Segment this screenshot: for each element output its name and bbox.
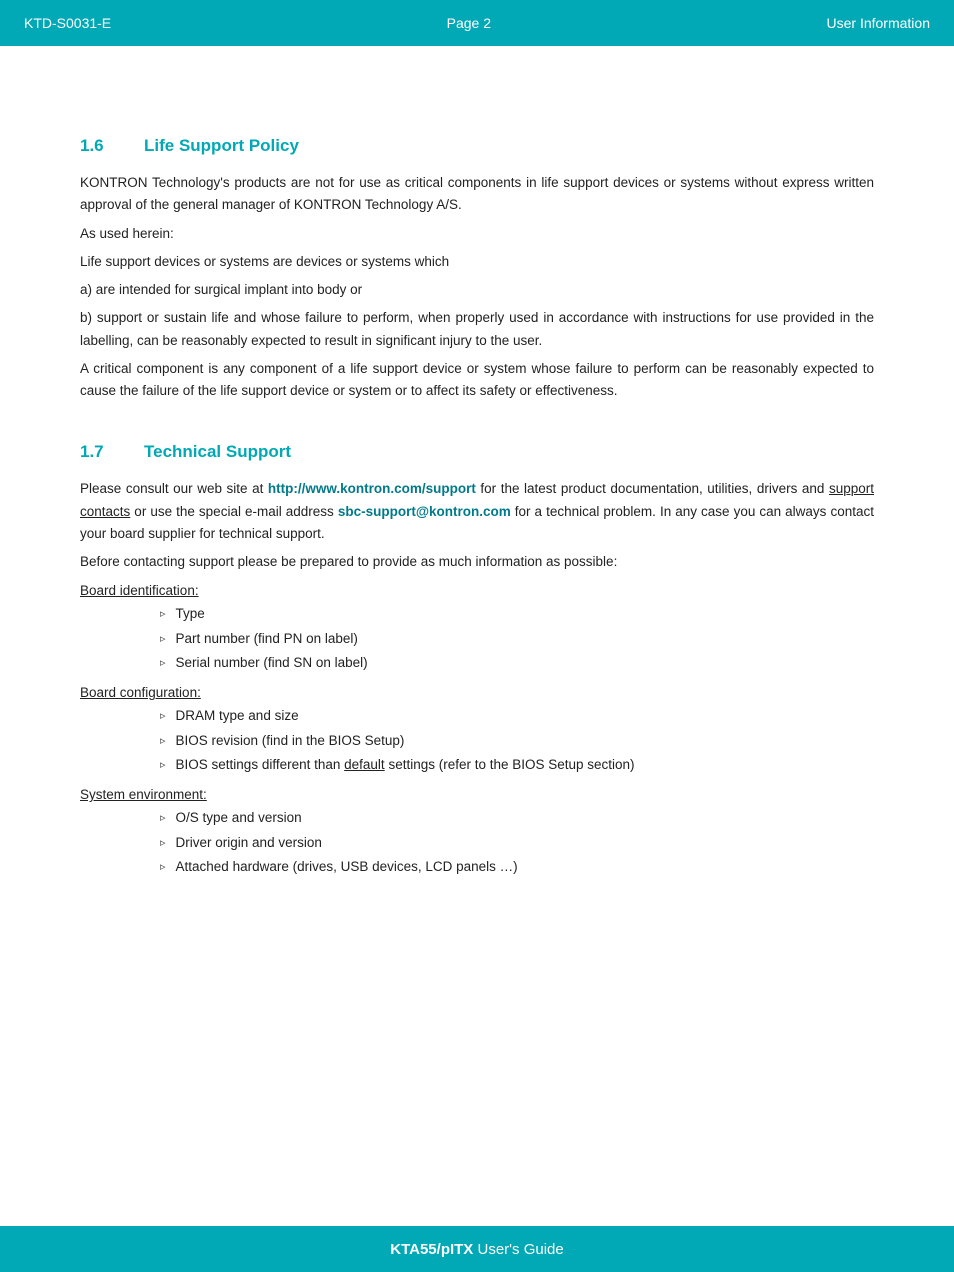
section-1-7-intro: Please consult our web site at http://ww… (80, 478, 874, 545)
before-list-text: Before contacting support please be prep… (80, 551, 874, 573)
footer-text: KTA55/pITX User's Guide (390, 1241, 563, 1258)
system-env-label: System environment: (80, 787, 874, 802)
email-link[interactable]: sbc-support@kontron.com (338, 504, 511, 519)
section-1-7-title: Technical Support (144, 442, 291, 462)
section-1-6-number: 1.6 (80, 136, 120, 156)
header-center: Page 2 (447, 15, 491, 31)
section-1-6-title: Life Support Policy (144, 136, 299, 156)
list-item: Driver origin and version (160, 831, 874, 855)
header-bar: KTD-S0031-E Page 2 User Information (0, 0, 954, 46)
board-id-label: Board identification: (80, 583, 874, 598)
list-item: Part number (find PN on label) (160, 627, 874, 651)
section-1-6-para-5: b) support or sustain life and whose fai… (80, 307, 874, 352)
section-1-6-para-2: As used herein: (80, 223, 874, 245)
system-env-list: O/S type and version Driver origin and v… (80, 806, 874, 879)
section-1-6-para-4: a) are intended for surgical implant int… (80, 279, 874, 301)
kontron-support-link[interactable]: http://www.kontron.com/support (268, 481, 476, 496)
intro-text-1: Please consult our web site at (80, 481, 268, 496)
board-config-label: Board configuration: (80, 685, 874, 700)
section-1-7-number: 1.7 (80, 442, 120, 462)
list-item: BIOS revision (find in the BIOS Setup) (160, 729, 874, 753)
list-item: DRAM type and size (160, 704, 874, 728)
list-item: O/S type and version (160, 806, 874, 830)
footer-bold: KTA55/pITX (390, 1241, 473, 1258)
section-1-6-para-3: Life support devices or systems are devi… (80, 251, 874, 273)
header-left: KTD-S0031-E (24, 15, 111, 31)
header-right: User Information (827, 15, 930, 31)
board-config-list: DRAM type and size BIOS revision (find i… (80, 704, 874, 777)
default-word: default (344, 757, 385, 772)
intro-text-3: or use the special e-mail address (130, 504, 338, 519)
section-1-6-para-6: A critical component is any component of… (80, 358, 874, 403)
list-item: Attached hardware (drives, USB devices, … (160, 855, 874, 879)
list-item: BIOS settings different than default set… (160, 753, 874, 777)
section-1-6-para-1: KONTRON Technology's products are not fo… (80, 172, 874, 217)
intro-text-2: for the latest product documentation, ut… (476, 481, 829, 496)
board-id-list: Type Part number (find PN on label) Seri… (80, 602, 874, 675)
footer-normal: User's Guide (473, 1241, 563, 1258)
list-item: Serial number (find SN on label) (160, 651, 874, 675)
section-1-6-heading: 1.6 Life Support Policy (80, 136, 874, 156)
section-1-7-heading: 1.7 Technical Support (80, 442, 874, 462)
list-item: Type (160, 602, 874, 626)
main-content: 1.6 Life Support Policy KONTRON Technolo… (0, 46, 954, 963)
footer-bar: KTA55/pITX User's Guide (0, 1226, 954, 1272)
